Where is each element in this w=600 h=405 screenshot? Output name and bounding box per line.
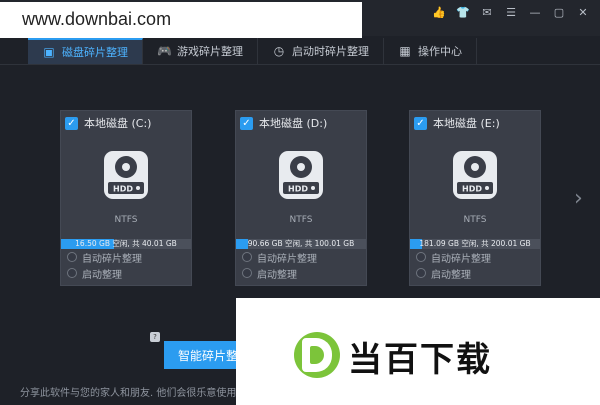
radio-icon[interactable] bbox=[242, 252, 252, 262]
logo-text: 当百下载 bbox=[348, 340, 492, 380]
usage-text: 181.09 GB 空闲, 共 200.01 GB bbox=[419, 239, 531, 248]
tab-boot-defrag[interactable]: ◷ 启动时碎片整理 bbox=[258, 38, 384, 64]
tab-bar: ▣ 磁盘碎片整理 🎮 游戏碎片整理 ◷ 启动时碎片整理 ▦ 操作中心 bbox=[28, 38, 477, 64]
boot-defrag-option[interactable]: 启动整理 bbox=[61, 265, 191, 281]
svg-text:HDD: HDD bbox=[113, 185, 133, 194]
drive-card-c[interactable]: ✓ 本地磁盘 (C:) HDD NTFS 16.50 GB 空闲, 共 40.0… bbox=[60, 110, 192, 286]
radio-icon[interactable] bbox=[67, 252, 77, 262]
grid-icon: ▦ bbox=[399, 44, 411, 58]
shirt-icon[interactable]: 👕 bbox=[454, 4, 472, 20]
close-icon[interactable]: ✕ bbox=[574, 4, 592, 20]
d-logo-icon bbox=[294, 332, 340, 378]
gamepad-icon: 🎮 bbox=[157, 44, 172, 58]
drive-checkbox[interactable]: ✓ bbox=[414, 116, 427, 130]
minimize-icon[interactable]: — bbox=[526, 4, 544, 20]
usage-bar: 181.09 GB 空闲, 共 200.01 GB bbox=[410, 239, 540, 249]
usage-text: 16.50 GB 空闲, 共 40.01 GB bbox=[75, 239, 177, 248]
drive-label: 本地磁盘 (C:) bbox=[84, 117, 152, 130]
watermark-logo-overlay: 当百下载 bbox=[236, 298, 600, 405]
tab-game-defrag[interactable]: 🎮 游戏碎片整理 bbox=[143, 38, 258, 64]
svg-text:HDD: HDD bbox=[288, 185, 308, 194]
window-controls: 👍 👕 ✉ ☰ — ▢ ✕ bbox=[430, 4, 592, 20]
drive-label: 本地磁盘 (E:) bbox=[433, 117, 500, 130]
filesystem-label: NTFS bbox=[463, 215, 487, 225]
filesystem-label: NTFS bbox=[289, 215, 313, 225]
disk-icon: ▣ bbox=[43, 45, 55, 59]
auto-defrag-option[interactable]: 自动碎片整理 bbox=[410, 249, 540, 265]
svg-text:HDD: HDD bbox=[462, 185, 482, 194]
hdd-icon: HDD bbox=[236, 135, 366, 215]
filesystem-label: NTFS bbox=[114, 215, 138, 225]
tab-disk-defrag[interactable]: ▣ 磁盘碎片整理 bbox=[28, 38, 143, 64]
radio-icon[interactable] bbox=[416, 252, 426, 262]
watermark-text: www.downbai.com bbox=[0, 2, 362, 38]
next-arrow-icon[interactable]: › bbox=[574, 186, 583, 211]
auto-defrag-option[interactable]: 自动碎片整理 bbox=[61, 249, 191, 265]
usage-bar: 90.66 GB 空闲, 共 100.01 GB bbox=[236, 239, 366, 249]
radio-icon[interactable] bbox=[416, 268, 426, 278]
menu-icon[interactable]: ☰ bbox=[502, 4, 520, 20]
usage-bar: 16.50 GB 空闲, 共 40.01 GB bbox=[61, 239, 191, 249]
drive-checkbox[interactable]: ✓ bbox=[240, 116, 253, 130]
restore-icon[interactable]: ▢ bbox=[550, 4, 568, 20]
drive-card-d[interactable]: ✓ 本地磁盘 (D:) HDD NTFS 90.66 GB 空闲, 共 100.… bbox=[235, 110, 367, 286]
usage-text: 90.66 GB 空闲, 共 100.01 GB bbox=[247, 239, 355, 248]
tab-action-center[interactable]: ▦ 操作中心 bbox=[384, 38, 477, 64]
hdd-icon: HDD bbox=[61, 135, 191, 215]
share-text: 分享此软件与您的家人和朋友. 他们会很乐意使用 bbox=[20, 388, 237, 399]
boot-defrag-option[interactable]: 启动整理 bbox=[410, 265, 540, 281]
thumbs-up-icon[interactable]: 👍 bbox=[430, 4, 448, 20]
drive-card-e[interactable]: ✓ 本地磁盘 (E:) HDD NTFS 181.09 GB 空闲, 共 200… bbox=[409, 110, 541, 286]
hdd-icon: HDD bbox=[410, 135, 540, 215]
tip-icon[interactable]: ? bbox=[150, 332, 160, 342]
mail-icon[interactable]: ✉ bbox=[478, 4, 496, 20]
boot-defrag-option[interactable]: 启动整理 bbox=[236, 265, 366, 281]
auto-defrag-option[interactable]: 自动碎片整理 bbox=[236, 249, 366, 265]
radio-icon[interactable] bbox=[67, 268, 77, 278]
tab-divider bbox=[0, 64, 600, 65]
drive-label: 本地磁盘 (D:) bbox=[259, 117, 328, 130]
radio-icon[interactable] bbox=[242, 268, 252, 278]
drive-checkbox[interactable]: ✓ bbox=[65, 116, 78, 130]
clock-icon: ◷ bbox=[273, 44, 285, 58]
